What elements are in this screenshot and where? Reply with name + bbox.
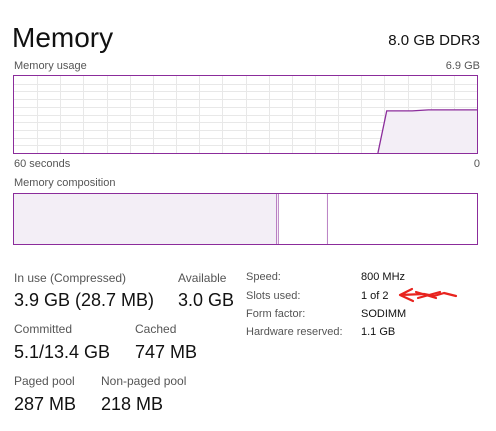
non-paged-pool-label: Non-paged pool	[101, 374, 187, 388]
time-zero-label: 0	[473, 158, 480, 170]
memory-spec: 8.0 GB DDR3	[388, 32, 480, 49]
memory-usage-graph	[13, 75, 478, 154]
speed-value: 800 MHz	[361, 271, 406, 283]
cached-value: 747 MB	[135, 342, 198, 362]
in-use-value: 3.9 GB (28.7 MB)	[14, 290, 155, 310]
memory-composition-label: Memory composition	[14, 177, 116, 189]
cached-label: Cached	[135, 322, 177, 336]
arrow-shaft	[398, 287, 458, 303]
red-arrow-annotation	[398, 287, 458, 303]
form-factor-value: SODIMM	[361, 308, 407, 320]
composition-in-use	[14, 194, 277, 244]
memory-usage-label: Memory usage	[14, 60, 87, 72]
slots-used-label: Slots used:	[246, 290, 301, 302]
in-use-label: In use (Compressed)	[14, 271, 127, 285]
committed-label: Committed	[14, 322, 73, 336]
memory-composition-bar	[13, 193, 478, 245]
page-title: Memory	[12, 22, 114, 53]
memory-usage-max-label: 6.9 GB	[445, 60, 480, 72]
hardware-reserved-label: Hardware reserved:	[246, 326, 343, 338]
speed-label: Speed:	[246, 271, 281, 283]
non-paged-pool-value: 218 MB	[101, 394, 164, 414]
available-label: Available	[178, 271, 227, 285]
paged-pool-label: Paged pool	[14, 374, 75, 388]
available-value: 3.0 GB	[178, 290, 235, 310]
hardware-reserved-value: 1.1 GB	[361, 326, 396, 338]
paged-pool-value: 287 MB	[14, 394, 77, 414]
memory-composition-chart	[14, 194, 328, 244]
memory-usage-chart	[14, 76, 477, 153]
committed-value: 5.1/13.4 GB	[14, 342, 111, 362]
form-factor-label: Form factor:	[246, 308, 306, 320]
usage-area	[377, 109, 477, 153]
slots-used-value: 1 of 2	[361, 290, 389, 302]
time-span-label: 60 seconds	[14, 158, 71, 170]
